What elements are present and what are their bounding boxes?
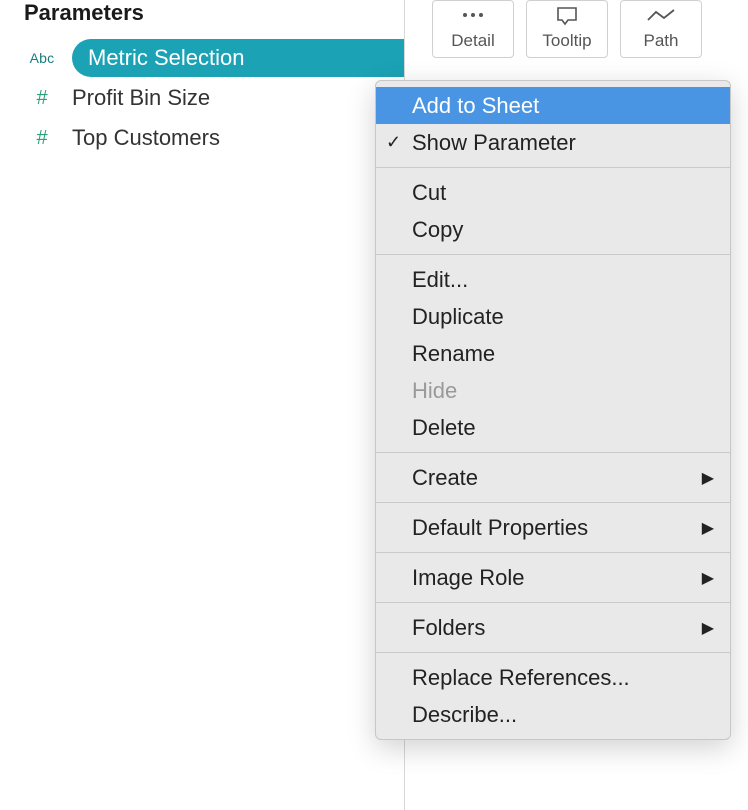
context-menu: Add to Sheet ✓ Show Parameter Cut Copy E… xyxy=(375,80,731,740)
menu-item-label: Replace References... xyxy=(412,665,630,691)
menu-image-role[interactable]: Image Role ▶ xyxy=(376,559,730,596)
submenu-arrow-icon: ▶ xyxy=(702,568,714,588)
submenu-arrow-icon: ▶ xyxy=(702,468,714,488)
menu-create[interactable]: Create ▶ xyxy=(376,459,730,496)
menu-item-label: Copy xyxy=(412,217,463,243)
menu-item-label: Hide xyxy=(412,378,457,404)
marks-button-label: Detail xyxy=(451,31,494,51)
check-icon: ✓ xyxy=(386,132,401,153)
marks-button-label: Path xyxy=(644,31,679,51)
menu-add-to-sheet[interactable]: Add to Sheet xyxy=(376,87,730,124)
abc-type-icon: Abc xyxy=(26,46,58,70)
menu-edit[interactable]: Edit... xyxy=(376,261,730,298)
menu-duplicate[interactable]: Duplicate xyxy=(376,298,730,335)
menu-describe[interactable]: Describe... xyxy=(376,696,730,733)
menu-copy[interactable]: Copy xyxy=(376,211,730,248)
marks-card-row: Detail Tooltip Path xyxy=(432,0,702,58)
path-icon xyxy=(646,1,676,31)
parameter-label: Top Customers xyxy=(72,125,220,151)
marks-detail-button[interactable]: Detail xyxy=(432,0,514,58)
menu-item-label: Delete xyxy=(412,415,476,441)
menu-item-label: Add to Sheet xyxy=(412,93,539,119)
menu-item-label: Create xyxy=(412,465,478,491)
menu-item-label: Rename xyxy=(412,341,495,367)
parameter-pill-label: Metric Selection xyxy=(88,45,245,71)
menu-item-label: Duplicate xyxy=(412,304,504,330)
marks-path-button[interactable]: Path xyxy=(620,0,702,58)
menu-item-label: Cut xyxy=(412,180,446,206)
menu-item-label: Edit... xyxy=(412,267,468,293)
menu-item-label: Show Parameter xyxy=(412,130,576,156)
menu-default-properties[interactable]: Default Properties ▶ xyxy=(376,509,730,546)
menu-rename[interactable]: Rename xyxy=(376,335,730,372)
menu-item-label: Default Properties xyxy=(412,515,588,541)
menu-item-label: Image Role xyxy=(412,565,525,591)
parameter-label: Profit Bin Size xyxy=(72,85,210,111)
menu-item-label: Describe... xyxy=(412,702,517,728)
submenu-arrow-icon: ▶ xyxy=(702,518,714,538)
marks-button-label: Tooltip xyxy=(542,31,591,51)
submenu-arrow-icon: ▶ xyxy=(702,618,714,638)
menu-show-parameter[interactable]: ✓ Show Parameter xyxy=(376,124,730,161)
menu-replace-references[interactable]: Replace References... xyxy=(376,659,730,696)
number-type-icon: # xyxy=(26,86,58,110)
tooltip-icon xyxy=(553,1,581,31)
menu-delete[interactable]: Delete xyxy=(376,409,730,446)
menu-item-label: Folders xyxy=(412,615,485,641)
marks-tooltip-button[interactable]: Tooltip xyxy=(526,0,608,58)
menu-folders[interactable]: Folders ▶ xyxy=(376,609,730,646)
menu-cut[interactable]: Cut xyxy=(376,174,730,211)
number-type-icon: # xyxy=(26,126,58,150)
detail-icon xyxy=(459,1,487,31)
menu-hide: Hide xyxy=(376,372,730,409)
